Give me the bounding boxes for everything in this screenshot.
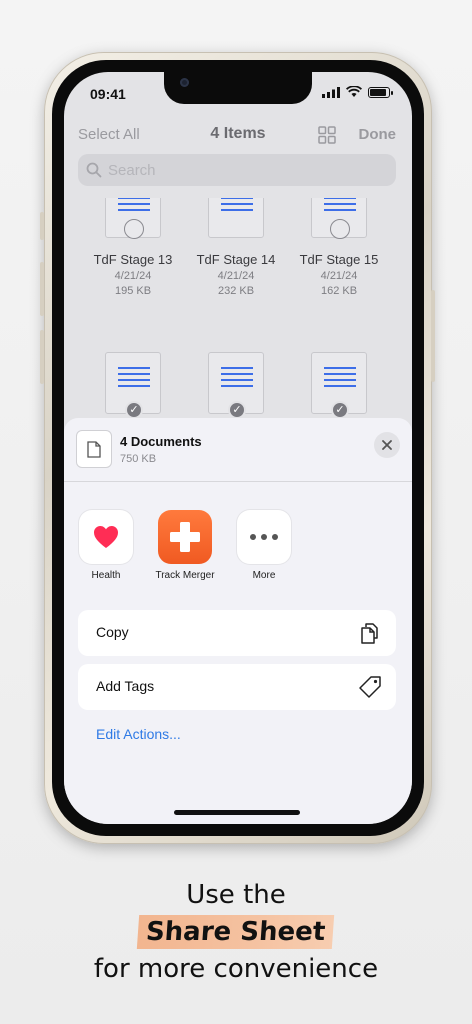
home-indicator[interactable] — [174, 810, 300, 815]
checkmark-icon: ✓ — [228, 401, 246, 419]
battery-fill — [370, 88, 386, 96]
file-size: 232 KB — [217, 285, 255, 297]
selection-circle-icon — [330, 219, 350, 239]
share-sheet-header: 4 Documents 750 KB — [64, 418, 412, 482]
camera-icon — [180, 78, 189, 87]
document-icon — [208, 198, 264, 238]
document-icon: ✓ — [105, 352, 161, 419]
app-label: More — [252, 570, 276, 581]
ellipsis-icon — [250, 534, 278, 540]
file-date: 4/21/24 — [217, 270, 255, 282]
edit-actions-link[interactable]: Edit Actions... — [96, 726, 181, 742]
app-label: Health — [91, 570, 121, 581]
caption-line-3: for more convenience — [93, 954, 379, 984]
file-date: 4/21/24 — [114, 270, 152, 282]
document-icon: ✓ — [208, 352, 264, 419]
document-icon — [76, 430, 112, 468]
search-input[interactable]: Search — [78, 154, 396, 186]
volume-up-button — [40, 262, 44, 316]
search-placeholder: Search — [108, 161, 156, 179]
copy-icon — [361, 623, 378, 644]
action-label: Add Tags — [96, 678, 155, 694]
grid-icon[interactable] — [318, 126, 336, 144]
nav-bar: Select All 4 Items Done — [64, 120, 412, 152]
share-sheet-subtitle: 750 KB — [120, 453, 157, 465]
page-icon — [87, 440, 101, 458]
file-item[interactable]: TdF Stage 15 4/21/24 162 KB — [284, 198, 394, 297]
document-icon: ✓ — [311, 352, 367, 419]
add-tags-action[interactable]: Add Tags — [78, 664, 396, 710]
caption-highlight-wrap: Share Sheet — [0, 915, 472, 949]
plus-cross-icon — [170, 522, 200, 552]
file-item[interactable]: TdF Stage 14 4/21/24 232 KB — [181, 198, 291, 297]
track-merger-app-icon — [158, 510, 212, 564]
file-item-selected[interactable]: ✓ — [78, 352, 188, 419]
health-app-icon — [79, 510, 133, 564]
more-app-icon — [237, 510, 291, 564]
file-name: TdF Stage 15 — [299, 252, 379, 267]
action-label: Copy — [96, 624, 129, 640]
share-app-more[interactable]: More — [229, 510, 299, 581]
file-name: TdF Stage 13 — [93, 252, 173, 267]
file-name: TdF Stage 14 — [196, 252, 276, 267]
status-icons — [322, 86, 393, 98]
file-item-selected[interactable]: ✓ — [181, 352, 291, 419]
file-grid: TdF Stage 13 4/21/24 195 KB TdF Stage 14… — [64, 198, 412, 428]
tag-icon — [359, 676, 381, 698]
checkmark-icon: ✓ — [331, 401, 349, 419]
status-time: 09:41 — [90, 86, 126, 102]
magnifier-icon — [86, 162, 102, 178]
phone-screen: 09:41 Select All 4 Items Done Search TdF… — [64, 72, 412, 824]
volume-down-button — [40, 330, 44, 384]
heart-icon — [94, 526, 118, 548]
caption-line-1: Use the — [186, 880, 286, 910]
document-icon — [105, 198, 161, 239]
share-app-row: Health Track Merger More — [64, 510, 412, 590]
notch — [164, 72, 312, 104]
silent-switch — [40, 212, 44, 240]
app-label: Track Merger — [155, 570, 215, 581]
copy-action[interactable]: Copy — [78, 610, 396, 656]
file-date: 4/21/24 — [320, 270, 358, 282]
battery-icon — [368, 86, 393, 98]
cellular-signal-icon — [322, 86, 340, 98]
share-sheet-title: 4 Documents — [120, 434, 202, 449]
close-button[interactable] — [374, 432, 400, 458]
close-icon — [382, 440, 392, 450]
power-button — [431, 290, 435, 382]
done-button[interactable]: Done — [359, 126, 397, 143]
wifi-icon — [346, 86, 362, 97]
selection-circle-icon — [124, 219, 144, 239]
share-sheet: 4 Documents 750 KB Health Track Merger M… — [64, 418, 412, 824]
caption-highlight: Share Sheet — [137, 915, 335, 949]
checkmark-icon: ✓ — [125, 401, 143, 419]
document-icon — [311, 198, 367, 239]
file-item[interactable]: TdF Stage 13 4/21/24 195 KB — [78, 198, 188, 297]
file-size: 195 KB — [114, 285, 152, 297]
share-app-track-merger[interactable]: Track Merger — [150, 510, 220, 581]
file-item-selected[interactable]: ✓ — [284, 352, 394, 419]
file-size: 162 KB — [320, 285, 358, 297]
share-app-health[interactable]: Health — [71, 510, 141, 581]
